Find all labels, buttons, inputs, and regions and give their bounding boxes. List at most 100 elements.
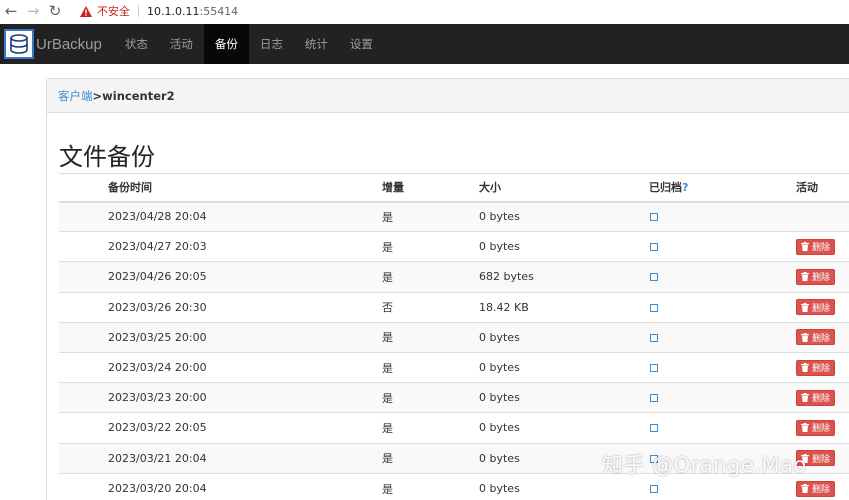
cell-size: 0 bytes xyxy=(479,200,649,232)
archive-checkbox[interactable] xyxy=(650,303,658,312)
breadcrumb-clients-link[interactable]: 客户端 xyxy=(58,88,93,104)
cell-time: 2023/03/24 20:00 xyxy=(59,351,382,383)
archived-help-link[interactable]: ? xyxy=(682,181,688,194)
archive-checkbox[interactable] xyxy=(650,213,658,222)
cell-action: 删除 xyxy=(796,351,849,383)
brand-name: UrBackup xyxy=(36,35,102,53)
trash-icon xyxy=(801,393,809,403)
cell-action: 删除 xyxy=(796,261,849,293)
cell-incremental: 是 xyxy=(382,351,479,383)
delete-label: 删除 xyxy=(812,424,831,435)
reload-icon[interactable]: ↻ xyxy=(44,1,66,21)
cell-action: 删除 xyxy=(796,291,849,323)
cell-action xyxy=(796,200,849,232)
delete-button[interactable]: 删除 xyxy=(796,268,836,285)
url-port[interactable]: :55414 xyxy=(199,5,238,18)
cell-size: 682 bytes xyxy=(479,261,649,293)
trash-icon xyxy=(801,302,809,312)
delete-button[interactable]: 删除 xyxy=(796,419,836,436)
delete-button[interactable]: 删除 xyxy=(796,389,836,406)
cell-action: 删除 xyxy=(796,382,849,413)
cell-archived xyxy=(649,261,796,293)
archive-checkbox[interactable] xyxy=(650,394,658,403)
cell-archived xyxy=(649,321,796,353)
header-size: 大小 xyxy=(479,173,649,203)
archive-checkbox[interactable] xyxy=(650,364,658,373)
cell-incremental: 是 xyxy=(382,412,479,443)
cell-time: 2023/03/25 20:00 xyxy=(59,321,382,353)
cell-time: 2023/04/27 20:03 xyxy=(59,231,382,262)
delete-label: 删除 xyxy=(812,364,831,375)
url-host[interactable]: 10.1.0.11 xyxy=(147,5,199,18)
nav-settings[interactable]: 设置 xyxy=(339,24,384,64)
cell-incremental: 是 xyxy=(382,321,479,353)
trash-icon xyxy=(801,363,809,373)
security-indicator[interactable]: 不安全 xyxy=(80,3,130,19)
cell-size: 0 bytes xyxy=(479,321,649,353)
header-action: 活动 xyxy=(796,173,849,203)
cell-size: 18.42 KB xyxy=(479,291,649,323)
nav-status[interactable]: 状态 xyxy=(114,24,159,64)
nav-activities[interactable]: 活动 xyxy=(159,24,204,64)
nav-backups[interactable]: 备份 xyxy=(203,24,249,64)
breadcrumb-current: >wincenter2 xyxy=(92,88,175,103)
table-row: 2023/04/26 20:05 是 682 bytes 删除 xyxy=(59,261,849,293)
cell-archived xyxy=(649,412,796,443)
cell-archived xyxy=(649,351,796,383)
cell-incremental: 否 xyxy=(382,291,479,323)
delete-label: 删除 xyxy=(812,485,831,496)
trash-icon xyxy=(801,332,809,342)
trash-icon xyxy=(801,242,809,252)
delete-button[interactable]: 删除 xyxy=(796,480,836,497)
archive-checkbox[interactable] xyxy=(650,485,658,494)
browser-toolbar: ← → ↻ 不安全 10.1.0.11:55414 xyxy=(0,0,849,22)
archive-checkbox[interactable] xyxy=(650,333,658,342)
arrow-right-icon[interactable]: → xyxy=(22,1,44,21)
table-header-row: 备份时间 增量 大小 已归档? 活动 xyxy=(59,173,849,203)
top-navbar: UrBackup 状态 活动 备份 日志 统计 设置 xyxy=(0,24,849,64)
cell-incremental: 是 xyxy=(382,472,479,500)
trash-icon xyxy=(801,272,809,282)
table-row: 2023/03/24 20:00 是 0 bytes 删除 xyxy=(59,351,849,383)
cell-archived xyxy=(649,200,796,232)
breadcrumb: 客户端 >wincenter2 xyxy=(47,79,849,113)
header-archived-label: 已归档 xyxy=(649,181,682,195)
archive-checkbox[interactable] xyxy=(650,424,658,433)
cell-time: 2023/03/21 20:04 xyxy=(59,442,382,474)
cell-archived xyxy=(649,291,796,323)
brand[interactable]: UrBackup xyxy=(0,24,114,64)
table-row: 2023/03/22 20:05 是 0 bytes 删除 xyxy=(59,412,849,443)
cell-action: 删除 xyxy=(796,231,849,262)
cell-incremental: 是 xyxy=(382,382,479,413)
header-time: 备份时间 xyxy=(59,173,382,203)
cell-archived xyxy=(649,231,796,262)
delete-label: 删除 xyxy=(812,303,831,314)
warning-icon xyxy=(80,5,92,17)
delete-button[interactable]: 删除 xyxy=(796,359,836,376)
cell-size: 0 bytes xyxy=(479,412,649,443)
page-title: 文件备份 xyxy=(59,143,155,171)
cell-time: 2023/04/26 20:05 xyxy=(59,261,382,293)
cell-incremental: 是 xyxy=(382,200,479,232)
delete-label: 删除 xyxy=(812,273,831,284)
nav-statistics[interactable]: 统计 xyxy=(294,24,339,64)
arrow-left-icon[interactable]: ← xyxy=(0,1,22,21)
header-incremental: 增量 xyxy=(382,173,479,203)
watermark: 知乎 @Orange.Mao xyxy=(602,453,807,477)
archive-checkbox[interactable] xyxy=(650,273,658,282)
cell-incremental: 是 xyxy=(382,261,479,293)
archive-checkbox[interactable] xyxy=(650,243,658,252)
delete-label: 删除 xyxy=(812,454,831,465)
delete-label: 删除 xyxy=(812,394,831,405)
table-row: 2023/04/28 20:04 是 0 bytes xyxy=(59,200,849,232)
cell-time: 2023/04/28 20:04 xyxy=(59,200,382,232)
delete-button[interactable]: 删除 xyxy=(796,238,836,255)
table-row: 2023/04/27 20:03 是 0 bytes 删除 xyxy=(59,231,849,262)
cell-size: 0 bytes xyxy=(479,231,649,262)
nav-logs[interactable]: 日志 xyxy=(249,24,294,64)
url-divider xyxy=(138,5,139,17)
table-row: 2023/03/25 20:00 是 0 bytes 删除 xyxy=(59,321,849,353)
delete-button[interactable]: 删除 xyxy=(796,299,836,316)
cell-incremental: 是 xyxy=(382,231,479,262)
delete-button[interactable]: 删除 xyxy=(796,329,836,346)
